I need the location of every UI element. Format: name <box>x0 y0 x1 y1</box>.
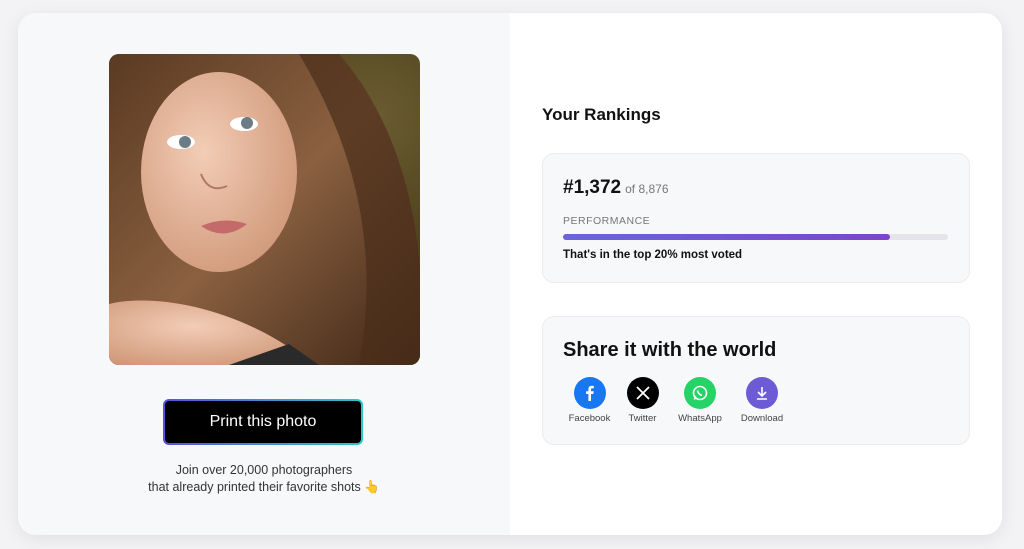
photo-panel: Print this photo Join over 20,000 photog… <box>18 13 510 535</box>
rank-number: #1,372 <box>563 177 622 198</box>
facebook-icon <box>573 377 606 409</box>
download-icon <box>746 377 778 409</box>
rankings-card: Print this photo Join over 20,000 photog… <box>18 13 1002 535</box>
performance-summary: That's in the top 20% most voted <box>563 249 743 261</box>
share-label-twitter: Twitter <box>628 413 657 424</box>
share-label-download: Download <box>740 413 784 424</box>
performance-label: PERFORMANCE <box>563 215 651 227</box>
share-label-whatsapp: WhatsApp <box>678 413 722 424</box>
share-twitter-button[interactable]: Twitter <box>616 377 669 424</box>
share-card: Share it with the world Facebook Twitter <box>542 316 970 445</box>
share-whatsapp-button[interactable]: WhatsApp <box>669 377 731 424</box>
share-label-facebook: Facebook <box>568 413 611 424</box>
x-icon <box>626 377 659 409</box>
join-line-1: Join over 20,000 photographers <box>175 463 353 477</box>
join-message: Join over 20,000 photographers that alre… <box>18 462 510 496</box>
whatsapp-icon <box>684 377 716 409</box>
join-line-2: that already printed their favorite shot… <box>148 480 361 494</box>
rankings-title: Your Rankings <box>542 105 661 124</box>
portrait-photo <box>109 54 420 365</box>
share-title: Share it with the world <box>563 339 777 361</box>
share-buttons: Facebook Twitter WhatsApp Download <box>563 377 793 424</box>
rankings-panel: Your Rankings #1,372 of 8,876 PERFORMANCE… <box>510 13 1002 535</box>
performance-bar-fill <box>563 234 891 240</box>
print-photo-button[interactable]: Print this photo <box>163 399 363 445</box>
pointing-emoji: 👆 <box>364 480 380 494</box>
rank-summary-card: #1,372 of 8,876 PERFORMANCE That's in the… <box>542 153 970 283</box>
share-facebook-button[interactable]: Facebook <box>563 377 616 424</box>
share-download-button[interactable]: Download <box>731 377 793 424</box>
performance-bar <box>563 234 948 240</box>
rank-total: of 8,876 <box>625 182 669 196</box>
